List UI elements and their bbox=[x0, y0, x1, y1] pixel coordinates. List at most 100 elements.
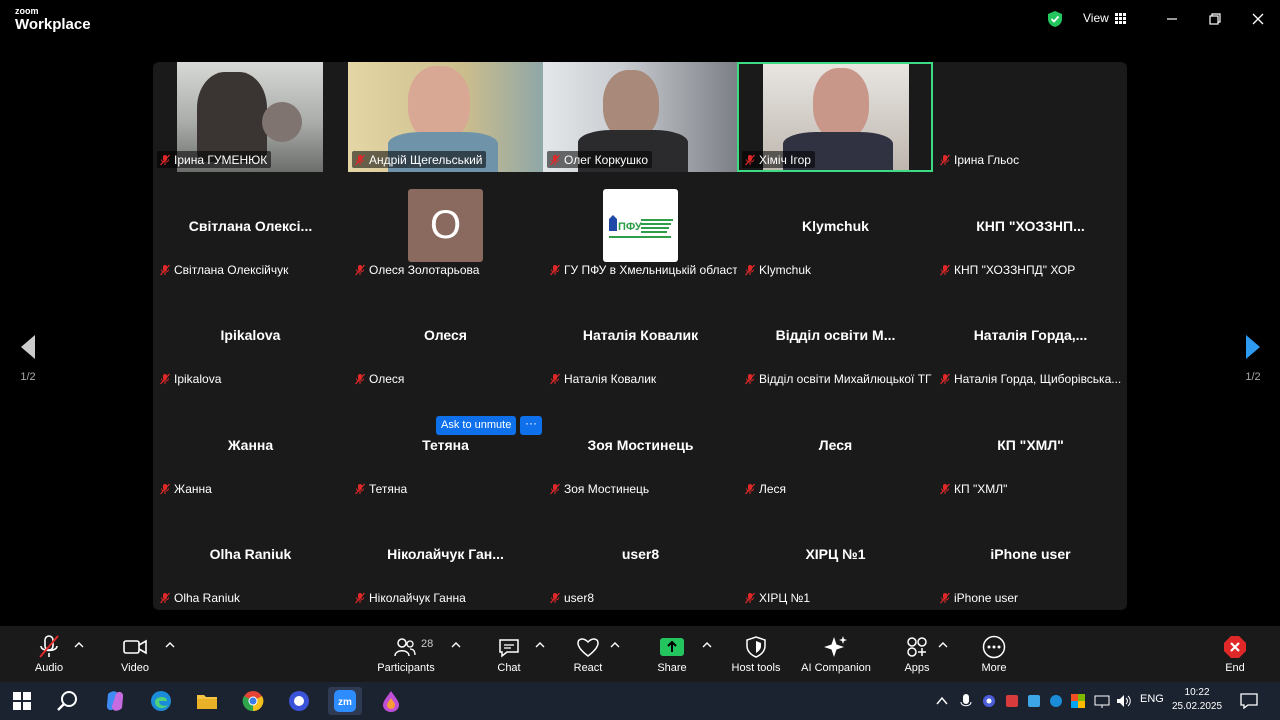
minimize-icon bbox=[1167, 18, 1177, 20]
participant-tile[interactable]: Жанна Жанна bbox=[153, 391, 348, 501]
participant-tile[interactable]: Ірина Гльос bbox=[933, 62, 1128, 172]
tray-app-icon[interactable] bbox=[982, 694, 996, 708]
close-window-button[interactable] bbox=[1243, 8, 1273, 30]
share-button[interactable]: Share bbox=[652, 634, 692, 674]
chevron-up-icon[interactable] bbox=[936, 696, 948, 706]
host-tools-button[interactable]: Host tools bbox=[726, 634, 786, 674]
participant-tile[interactable]: Олеся Олеся bbox=[348, 281, 543, 391]
participant-tile[interactable]: КНП "ХОЗЗНП... КНП "ХОЗЗНПД" ХОР bbox=[933, 172, 1128, 282]
participant-display-name: ХІРЦ №1 bbox=[805, 546, 866, 562]
participant-tile[interactable]: Олеся Золотарьова bbox=[348, 172, 543, 282]
participant-tile[interactable]: ХІРЦ №1 ХІРЦ №1 bbox=[738, 500, 933, 610]
file-explorer-taskbar-button[interactable] bbox=[192, 687, 222, 715]
tray-colorful-icon[interactable] bbox=[1071, 694, 1085, 708]
participant-display-name: Олеся bbox=[424, 327, 467, 343]
share-screen-icon bbox=[660, 638, 684, 656]
next-page-button[interactable]: 1/2 bbox=[1238, 334, 1268, 383]
app-taskbar-button[interactable] bbox=[284, 687, 314, 715]
end-meeting-button[interactable]: End bbox=[1218, 634, 1252, 674]
volume-icon[interactable] bbox=[1116, 694, 1132, 708]
heart-icon bbox=[577, 638, 599, 657]
end-label: End bbox=[1225, 662, 1245, 674]
participant-name-label: Ірина Гльос bbox=[937, 151, 1023, 168]
view-button[interactable]: View bbox=[1083, 11, 1126, 25]
prev-page-button[interactable]: 1/2 bbox=[13, 334, 43, 383]
mic-muted-icon bbox=[550, 592, 560, 603]
chevron-up-icon[interactable] bbox=[938, 640, 948, 650]
more-button[interactable]: More bbox=[976, 634, 1012, 674]
participant-tile[interactable]: Наталія Горда,... Наталія Горда, Щиборівс… bbox=[933, 281, 1128, 391]
participant-tile[interactable]: Наталія Ковалик Наталія Ковалик bbox=[543, 281, 738, 391]
tray-grid-app-icon[interactable] bbox=[1027, 694, 1041, 708]
search-taskbar-button[interactable] bbox=[53, 687, 83, 715]
participant-tile[interactable]: Ірина ГУМЕНЮК bbox=[153, 62, 348, 172]
participant-tile[interactable]: Ipikalova Ipikalova bbox=[153, 281, 348, 391]
mic-muted-icon bbox=[355, 264, 365, 275]
chevron-up-icon[interactable] bbox=[610, 640, 620, 650]
participant-tile[interactable]: Відділ освіти М... Відділ освіти Михайлюц… bbox=[738, 281, 933, 391]
chevron-right-icon bbox=[1246, 335, 1260, 359]
edge-taskbar-button[interactable] bbox=[146, 687, 176, 715]
video-button[interactable]: Video bbox=[112, 634, 158, 674]
participant-tile[interactable]: user8 user8 bbox=[543, 500, 738, 610]
mic-muted-icon bbox=[160, 373, 170, 384]
react-label: React bbox=[573, 662, 603, 674]
ai-companion-label: AI Companion bbox=[801, 662, 871, 674]
notification-icon[interactable] bbox=[1240, 693, 1258, 709]
apps-button[interactable]: Apps bbox=[898, 634, 936, 674]
chat-button[interactable]: Chat bbox=[490, 634, 528, 674]
participant-name: Жанна bbox=[174, 481, 212, 496]
chevron-up-icon[interactable] bbox=[535, 640, 545, 650]
mic-muted-icon bbox=[550, 483, 560, 494]
microphone-icon[interactable] bbox=[960, 694, 972, 710]
chrome-taskbar-button[interactable] bbox=[238, 687, 268, 715]
tray-red-app-icon[interactable] bbox=[1005, 694, 1019, 708]
participant-display-name: Леся bbox=[818, 437, 853, 453]
participant-tile[interactable]: Олег Коркушко bbox=[543, 62, 738, 172]
participant-name: Ipikalova bbox=[174, 371, 222, 386]
participant-tile[interactable]: ГУ ПФУ в Хмельницькій області bbox=[543, 172, 738, 282]
language-indicator[interactable]: ENG bbox=[1140, 693, 1164, 705]
security-shield-icon[interactable] bbox=[1046, 10, 1064, 28]
participant-display-name: Тетяна bbox=[422, 437, 469, 453]
participant-name: Тетяна bbox=[369, 481, 408, 496]
participant-display-name: Наталія Горда,... bbox=[973, 327, 1088, 343]
video-label: Video bbox=[121, 662, 149, 674]
paint-taskbar-button[interactable] bbox=[376, 687, 406, 715]
copilot-icon bbox=[106, 691, 124, 711]
participant-tile[interactable]: Ніколайчук Ган... Ніколайчук Ганна bbox=[348, 500, 543, 610]
participant-name-label: Зоя Мостинець bbox=[547, 480, 653, 497]
copilot-taskbar-button[interactable] bbox=[100, 687, 130, 715]
participant-tile[interactable]: Хіміч Ігор bbox=[738, 62, 933, 172]
participant-display-name: Наталія Ковалик bbox=[582, 327, 699, 343]
participant-tile[interactable]: Зоя Мостинець Зоя Мостинець bbox=[543, 391, 738, 501]
zoom-taskbar-button[interactable]: zm bbox=[328, 687, 362, 715]
participant-display-name: Жанна bbox=[227, 437, 274, 453]
blue-circle-app-icon bbox=[289, 691, 309, 711]
tray-edge-icon[interactable] bbox=[1049, 694, 1063, 708]
participant-name: Олеся bbox=[369, 371, 405, 386]
chevron-up-icon[interactable] bbox=[702, 640, 712, 650]
audio-button[interactable]: Audio bbox=[26, 634, 72, 674]
participant-tile[interactable]: iPhone user iPhone user bbox=[933, 500, 1128, 610]
minimize-button[interactable] bbox=[1157, 8, 1187, 30]
participant-tile[interactable]: Андрій Щегельський bbox=[348, 62, 543, 172]
react-button[interactable]: React bbox=[568, 634, 608, 674]
network-icon[interactable] bbox=[1094, 694, 1110, 708]
chevron-up-icon[interactable] bbox=[165, 640, 175, 650]
taskbar-clock[interactable]: 10:22 25.02.2025 bbox=[1172, 686, 1222, 714]
participant-tile[interactable]: Тетяна Тетяна bbox=[348, 391, 543, 501]
participant-name: Світлана Олексійчук bbox=[174, 262, 289, 277]
ai-companion-button[interactable]: AI Companion bbox=[798, 634, 874, 674]
participant-tile[interactable]: Olha Raniuk Olha Raniuk bbox=[153, 500, 348, 610]
participant-name: Olha Raniuk bbox=[174, 590, 241, 605]
participant-name-label: Олеся bbox=[352, 370, 408, 387]
start-button[interactable] bbox=[7, 687, 37, 715]
participant-tile[interactable]: Леся Леся bbox=[738, 391, 933, 501]
chevron-up-icon[interactable] bbox=[451, 640, 461, 650]
restore-button[interactable] bbox=[1200, 8, 1230, 30]
participant-tile[interactable]: Klymchuk Klymchuk bbox=[738, 172, 933, 282]
participant-tile[interactable]: КП "ХМЛ" КП "ХМЛ" bbox=[933, 391, 1128, 501]
participant-tile[interactable]: Світлана Олексі... Світлана Олексійчук bbox=[153, 172, 348, 282]
chevron-up-icon[interactable] bbox=[74, 640, 84, 650]
